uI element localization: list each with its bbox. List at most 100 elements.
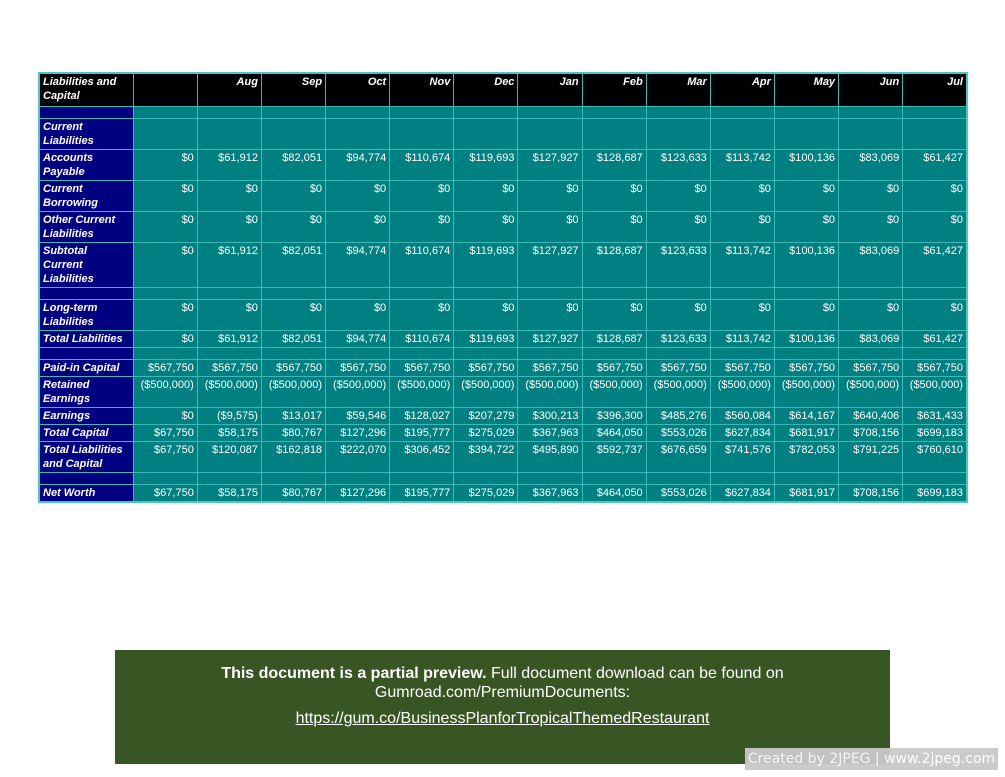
table-row: Retained Earnings ($500,000) ($500,000) ($5…: [38, 376, 968, 408]
value-cell: [132, 118, 198, 150]
value-cell: $82,051: [260, 242, 327, 288]
value-cell: [196, 287, 262, 300]
value-cell: $631,433: [902, 407, 968, 425]
download-link[interactable]: https://gum.co/BusinessPlanforTropicalTh…: [296, 710, 710, 728]
value-cell: [325, 106, 391, 119]
value-cell: [838, 347, 904, 360]
value-cell: $100,136: [773, 242, 840, 288]
value-cell: $127,296: [325, 484, 391, 503]
value-cell: ($500,000): [325, 376, 391, 408]
table-row: Current Borrowing $0 $0 $0 $0 $0 $0 $0 $0 $0 $0 $0 $…: [38, 180, 968, 212]
table-row: Net Worth $67,750 $58,175 $80,767 $127,296 $1…: [38, 484, 968, 503]
value-cell: $162,818: [260, 441, 327, 473]
value-cell: $0: [132, 242, 198, 288]
value-cell: $0: [132, 180, 198, 212]
value-cell: $0: [645, 211, 711, 243]
table-row: Current Liabilities: [38, 118, 968, 150]
value-cell: $0: [902, 299, 968, 331]
value-cell: $0: [902, 211, 968, 243]
row-label: Current Borrowing: [38, 180, 134, 212]
table-row: Accounts Payable $0 $61,912 $82,051 $94,774 $…: [38, 149, 968, 181]
value-cell: $127,927: [517, 330, 583, 348]
value-cell: $0: [709, 180, 775, 212]
row-label: [38, 106, 134, 119]
value-cell: [325, 287, 391, 300]
value-cell: $128,687: [581, 149, 647, 181]
value-cell: [838, 106, 904, 119]
value-cell: ($500,000): [645, 376, 711, 408]
value-cell: $110,674: [389, 149, 455, 181]
value-cell: $0: [517, 180, 583, 212]
value-cell: [581, 347, 647, 360]
row-label: Total Liabilities: [38, 330, 134, 348]
value-cell: $0: [325, 211, 391, 243]
value-cell: ($500,000): [838, 376, 904, 408]
value-cell: [453, 287, 519, 300]
value-cell: $567,750: [132, 359, 198, 377]
spacer-row: [38, 106, 968, 119]
value-cell: $300,213: [517, 407, 583, 425]
value-cell: $0: [773, 180, 840, 212]
spacer-row: [38, 347, 968, 360]
value-cell: $120,087: [196, 441, 262, 473]
value-cell: $0: [709, 299, 775, 331]
value-cell: [389, 472, 455, 485]
value-cell: $119,693: [453, 242, 519, 288]
value-cell: $110,674: [389, 330, 455, 348]
value-cell: $0: [773, 211, 840, 243]
value-cell: $0: [838, 180, 904, 212]
value-cell: $128,027: [389, 407, 455, 425]
header-month-may: May: [773, 72, 840, 107]
row-label: Current Liabilities: [38, 118, 134, 150]
value-cell: $0: [325, 180, 391, 212]
preview-message-bold: This document is a partial preview.: [221, 665, 487, 682]
table-row: Earnings $0 ($9,575) $13,017 $59,546 $128,027…: [38, 407, 968, 425]
table-body: Current Liabilities Accounts Payable $0 $61…: [38, 106, 968, 503]
value-cell: [260, 118, 327, 150]
value-cell: ($500,000): [773, 376, 840, 408]
value-cell: [260, 347, 327, 360]
value-cell: ($500,000): [196, 376, 262, 408]
value-cell: $782,053: [773, 441, 840, 473]
value-cell: [838, 118, 904, 150]
row-label: Total Capital: [38, 424, 134, 442]
row-label: Paid-in Capital: [38, 359, 134, 377]
table-row: Other Current Liabilities $0 $0 $0 $0 $0 $0 $0 $…: [38, 211, 968, 243]
value-cell: $82,051: [260, 330, 327, 348]
value-cell: $113,742: [709, 242, 775, 288]
value-cell: $567,750: [517, 359, 583, 377]
value-cell: ($9,575): [196, 407, 262, 425]
value-cell: [453, 472, 519, 485]
value-cell: $681,917: [773, 484, 840, 503]
value-cell: $13,017: [260, 407, 327, 425]
value-cell: $61,912: [196, 242, 262, 288]
header-month-mar: Mar: [645, 72, 711, 107]
value-cell: $567,750: [196, 359, 262, 377]
value-cell: $627,834: [709, 484, 775, 503]
value-cell: $58,175: [196, 484, 262, 503]
preview-banner: This document is a partial preview. Full…: [115, 650, 890, 764]
value-cell: $567,750: [389, 359, 455, 377]
value-cell: $699,183: [902, 424, 968, 442]
value-cell: $0: [581, 180, 647, 212]
value-cell: $464,050: [581, 484, 647, 503]
value-cell: $0: [902, 180, 968, 212]
value-cell: $59,546: [325, 407, 391, 425]
value-cell: [902, 106, 968, 119]
value-cell: [773, 287, 840, 300]
value-cell: [645, 106, 711, 119]
value-cell: [389, 106, 455, 119]
value-cell: $127,296: [325, 424, 391, 442]
value-cell: [325, 347, 391, 360]
header-label-cell: Liabilities and Capital: [38, 72, 134, 107]
value-cell: $396,300: [581, 407, 647, 425]
table-row: Subtotal Current Liabilities $0 $61,912 $82…: [38, 242, 968, 288]
table-row: Total Liabilities and Capital $67,750 $120…: [38, 441, 968, 473]
value-cell: [517, 118, 583, 150]
value-cell: [581, 118, 647, 150]
value-cell: [709, 106, 775, 119]
value-cell: $614,167: [773, 407, 840, 425]
value-cell: $592,737: [581, 441, 647, 473]
value-cell: $0: [389, 211, 455, 243]
value-cell: $760,610: [902, 441, 968, 473]
